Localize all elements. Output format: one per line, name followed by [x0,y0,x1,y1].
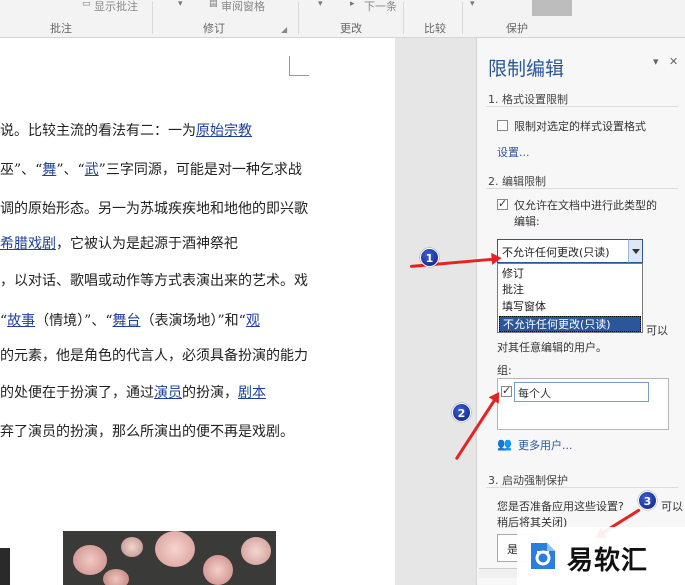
watermark-text: 易软汇 [567,546,649,576]
chevron-down-icon: ▾ [178,0,183,9]
enforcement-prompt: 您是否准备应用这些设置? [497,500,624,513]
hyperlink[interactable]: 剧本 [238,385,266,401]
hyperlink[interactable]: 舞台 [113,313,141,329]
document-image-roses[interactable] [63,531,276,585]
document-text: ，它被认为是起源于酒神祭祀 [56,236,238,252]
review-pane-button[interactable]: 审阅窗格 [221,0,265,14]
hyperlink[interactable]: 舞 [42,162,56,178]
divider [486,487,678,488]
document-line[interactable]: 巫”、“舞”、“武”三字同源，可能是对一种乞求战 [0,160,302,180]
document-line[interactable]: 调的原始形态。另一为苏城疾疾地和地他的即兴歌 [0,199,308,219]
group-divider [298,2,299,34]
document-text: （表演场地）”和“ [140,313,246,329]
annotation-badge-1: 1 [420,248,439,267]
hyperlink[interactable]: 希腊戏剧 [0,236,56,252]
users-icon: 👥 [497,437,512,451]
pane-options-icon[interactable]: ▾ [653,55,659,68]
exceptions-text: 可以 [646,324,668,337]
hyperlink[interactable]: 故事 [7,313,35,329]
dropdown-list: 修订 批注 填写窗体 不允许任何更改(只读) [497,263,643,333]
exceptions-text-2: 对其任意编辑的用户。 [497,341,607,354]
next-change-icon: ▸ [350,0,355,9]
document-text: 的处便在于扮演了，通过 [0,385,154,401]
pane-title: 限制编辑 [488,58,565,80]
watermark: 易软汇 [517,527,685,585]
document-text: ”、“ [14,162,43,178]
close-icon[interactable]: ✕ [669,55,678,68]
ribbon: ▭ 显示批注 ▾ ▤ 审阅窗格 ▾ ▸ 下一条 ▾ 批注 修订 ◢ 更改 比较 … [0,0,685,38]
show-comments-button[interactable]: 显示批注 [94,0,138,14]
document-line[interactable]: 的处便在于扮演了，通过演员的扮演，剧本 [0,383,266,403]
dropdown-option-filling-forms[interactable]: 填写窗体 [499,299,641,315]
document-line[interactable]: ，以对话、歌唱或动作等方式表演出来的艺术。戏 [0,271,308,291]
hyperlink[interactable]: 武 [85,162,99,178]
group-label-changes: 更改 [340,22,362,35]
group-divider [403,2,404,34]
editing-restriction-checkbox[interactable] [497,197,508,210]
margin-marker [289,56,309,76]
formatting-restriction-label: 限制对选定的样式设置格式 [514,120,646,133]
hyperlink[interactable]: 原始宗教 [196,123,252,139]
restrict-editing-button[interactable] [532,0,572,16]
document-text: ”、“ [56,162,85,178]
document-text: （情境）”、“ [35,313,113,329]
document-text: 地 [224,201,238,217]
section-heading-enforcement: 3. 启动强制保护 [488,474,568,487]
annotation-badge-3: 3 [638,491,657,510]
chevron-down-icon[interactable] [628,239,643,263]
document-text: ”三字同源，可能是对一种乞求战 [98,162,302,178]
group-label-tracking: 修订 [203,22,225,35]
hyperlink[interactable]: 观 [246,313,260,329]
chevron-down-icon: ▾ [318,0,323,9]
document-text: 的扮演， [182,385,238,401]
document-image[interactable] [0,548,10,585]
document-line[interactable]: “故事（情境）”、“舞台（表演场地）”和“观 [0,311,260,331]
settings-link[interactable]: 设置... [497,144,530,160]
pane-scroll-area [479,568,519,578]
dropdown-option-tracked-changes[interactable]: 修订 [499,266,641,282]
chevron-down-icon: ▾ [470,0,475,9]
enforcement-prompt-tail: 可以 [661,500,683,513]
more-users-link[interactable]: 更多用户... [518,437,573,453]
document-line[interactable]: 的元素，他是角色的代言人，必须具备扮演的能力 [0,346,308,366]
hyperlink[interactable]: 演员 [154,385,182,401]
dialog-launcher-icon[interactable]: ◢ [281,25,287,34]
group-label-protect: 保护 [506,22,528,35]
watermark-logo-icon [531,543,555,569]
group-label-compare: 比较 [424,22,446,35]
annotation-badge-2: 2 [452,403,471,422]
document-text: 调的原始形态。另一为苏城疾疾地和 [0,201,224,217]
show-comments-icon: ▭ [82,0,91,9]
document-text: ，以对话、歌唱或动作等方式表演出来的艺术。戏 [0,273,308,289]
review-pane-icon: ▤ [209,0,218,9]
everyone-label: 每个人 [518,387,551,400]
document-text: 弃了演员的扮演，那么所演出的便不再是戏剧。 [0,424,294,440]
editing-restriction-label: 仅允许在文档中进行此类型的 [514,199,657,212]
document-text: 巫 [0,162,14,178]
dropdown-selected-value: 不允许任何更改(只读) [502,246,610,259]
document-line[interactable]: 说。比较主流的看法有二：一为原始宗教 [0,121,252,141]
group-label-comments: 批注 [50,22,72,35]
document-text: 的元素，他是角色的代言人，必须具备扮演的能力 [0,348,308,364]
dropdown-option-comments[interactable]: 批注 [499,282,641,298]
group-divider [462,2,463,34]
editing-restriction-label-2: 编辑: [514,215,540,228]
editing-type-dropdown[interactable]: 不允许任何更改(只读) [497,239,643,263]
document-text: 他的即兴歌 [238,201,308,217]
groups-label: 组: [497,364,512,377]
document-text: 说。比较主流的看法有二：一为 [0,123,196,139]
dropdown-option-no-changes[interactable]: 不允许任何更改(只读) [499,316,641,332]
group-divider [152,2,153,34]
divider [486,188,678,189]
section-heading-formatting: 1. 格式设置限制 [488,93,568,106]
document-line[interactable]: 希腊戏剧，它被认为是起源于酒神祭祀 [0,234,238,254]
formatting-restriction-checkbox[interactable] [497,120,508,131]
document-line[interactable]: 弃了演员的扮演，那么所演出的便不再是戏剧。 [0,422,294,442]
next-change-button[interactable]: 下一条 [364,0,397,14]
section-heading-editing: 2. 编辑限制 [488,175,546,188]
divider [486,106,678,107]
